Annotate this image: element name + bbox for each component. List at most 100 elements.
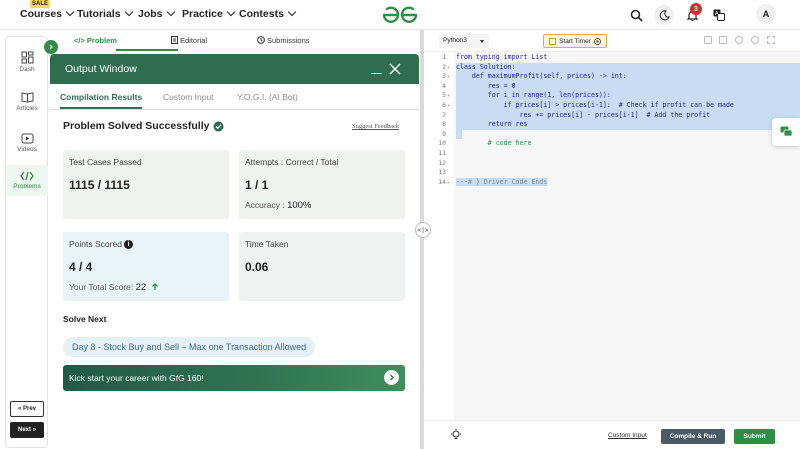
tab-submissions[interactable]: Submissions — [257, 36, 310, 45]
resize-handle-icon[interactable]: <|> — [415, 222, 431, 238]
info-icon[interactable]: i — [123, 240, 133, 249]
submit-button[interactable]: Submit — [734, 429, 775, 444]
sidebar-item-problems[interactable]: Problems — [6, 165, 48, 196]
search-icon[interactable] — [626, 5, 646, 25]
fullscreen-icon[interactable] — [767, 36, 775, 44]
svg-text:A: A — [715, 11, 719, 17]
translate-button[interactable]: A — [709, 5, 729, 25]
nav-contests[interactable]: Contests — [239, 7, 297, 20]
language-select[interactable]: Python3 — [439, 34, 489, 48]
time-value: 0.06 — [245, 260, 269, 274]
accuracy-line: Accuracy : 100% — [245, 200, 311, 211]
chevron-down-icon — [166, 7, 175, 17]
arrow-right-icon[interactable] — [384, 370, 399, 385]
nav-contests-label: Contests — [239, 8, 284, 20]
code-line — [456, 129, 462, 140]
caret-down-icon — [480, 40, 484, 43]
dark-mode-toggle[interactable] — [654, 5, 674, 25]
nav-tutorials[interactable]: Tutorials — [77, 7, 133, 20]
code-line: from typing import List — [456, 53, 548, 61]
reset-icon[interactable] — [751, 36, 759, 44]
accuracy-value: 100% — [287, 200, 312, 211]
banner-text: Kick start your career with GfG 160! — [69, 373, 204, 383]
close-icon[interactable] — [388, 62, 402, 76]
code-line-folded: ···# } Driver Code Ends — [456, 177, 548, 188]
code-editor[interactable]: from typing import List class Solution: … — [454, 52, 800, 420]
start-timer-button[interactable]: Start Timer — [543, 34, 607, 48]
tab-editorial[interactable]: Editorial — [171, 36, 207, 45]
avatar[interactable]: A — [756, 4, 776, 24]
code-line: class Solution: — [456, 62, 800, 73]
code-icon — [20, 171, 34, 181]
minimize-icon[interactable] — [371, 62, 382, 74]
nav-jobs[interactable]: Jobs — [138, 7, 175, 20]
next-problem-button[interactable]: Next » — [10, 422, 44, 438]
testcases-value: 1115 / 1115 — [69, 178, 130, 192]
sidebar-label-dash: Dash — [19, 66, 35, 73]
solve-next-heading: Solve Next — [63, 314, 107, 324]
testcases-label: Test Cases Passed — [69, 157, 142, 167]
problem-tabs: </> Problem Editorial Submissions — [50, 30, 420, 52]
status-line: Problem Solved Successfully — [63, 120, 224, 132]
status-text: Problem Solved Successfully — [63, 120, 210, 132]
tab-submissions-label: Submissions — [267, 36, 310, 45]
sidebar-label-articles: Articles — [16, 105, 38, 112]
top-navbar: SALE Courses Tutorials Jobs Practice Con… — [0, 0, 800, 30]
copy-icon[interactable] — [704, 36, 712, 44]
nav-practice[interactable]: Practice — [182, 7, 236, 20]
tab-editorial-label: Editorial — [180, 36, 208, 45]
active-tab-indicator — [60, 107, 142, 109]
suggest-feedback-link[interactable]: Suggest Feedback — [352, 123, 399, 130]
expand-panel-button[interactable] — [44, 40, 58, 54]
arrow-up-icon — [151, 283, 158, 290]
points-value: 4 / 4 — [69, 260, 93, 274]
clock-icon — [257, 36, 265, 44]
prev-problem-button[interactable]: « Prev — [10, 401, 44, 417]
play-icon — [593, 37, 601, 45]
moon-icon — [659, 9, 670, 20]
start-timer-label: Start Timer — [559, 37, 591, 45]
attempts-label: Attempts : Correct / Total — [245, 157, 339, 167]
line-number: 11 — [438, 149, 447, 157]
tab-compilation-results[interactable]: Compilation Results — [60, 92, 142, 102]
chat-float-button[interactable] — [772, 118, 800, 146]
points-card: Points Scored i 4 / 4 Your Total Score: 2… — [63, 232, 229, 301]
custom-input-link[interactable]: Custom Input — [608, 432, 647, 439]
testcases-card: Test Cases Passed 1115 / 1115 — [63, 150, 229, 219]
chevron-down-icon — [287, 7, 297, 17]
code-line: res += prices[i] - prices[i-1] # Add the… — [456, 110, 800, 121]
sidebar-item-dash[interactable]: Dash — [6, 51, 48, 73]
code-line: for i in range(1, len(prices)): — [456, 91, 800, 101]
line-number: 10 — [438, 139, 447, 148]
editor-footer: Custom Input Compile & Run Submit — [424, 420, 800, 449]
bulb-icon[interactable] — [450, 429, 462, 441]
compile-run-button[interactable]: Compile & Run — [661, 429, 725, 444]
check-circle-icon — [213, 121, 224, 131]
tab-custom-input[interactable]: Custom Input — [163, 92, 214, 102]
settings-icon[interactable] — [735, 36, 743, 44]
line-number: 7 — [442, 110, 447, 119]
left-sidebar: Dash Articles Videos Problems « Prev Nex… — [5, 36, 48, 448]
nav-courses[interactable]: Courses — [20, 7, 75, 20]
fold-marker[interactable]: ··· — [456, 177, 468, 186]
sidebar-item-videos[interactable]: Videos — [6, 133, 48, 153]
sidebar-item-articles[interactable]: Articles — [6, 91, 48, 112]
next-problem-link[interactable]: Day 8 - Stock Buy and Sell – Max one Tra… — [63, 337, 316, 357]
gfg-logo[interactable] — [381, 5, 419, 25]
time-card: Time Taken 0.06 — [239, 232, 405, 301]
tab-yogi-ai-bot[interactable]: Y.O.G.I. (AI Bot) — [237, 92, 298, 102]
chevron-down-icon — [65, 7, 75, 17]
sidebar-label-problems: Problems — [13, 183, 41, 190]
tab-problem[interactable]: </> Problem — [74, 36, 117, 45]
code-line: if prices[i] > prices[i-1]: # Check if p… — [456, 101, 800, 111]
gfg160-banner[interactable]: Kick start your career with GfG 160! — [63, 365, 405, 391]
line-number: 5▾ — [442, 91, 450, 100]
code-line: res = 0 — [456, 81, 800, 92]
line-number-gutter: 1 2▾ 3▾ 4 5▾ 6▾ 7 8 9 10 11 12 13 14▸ — [424, 52, 454, 420]
timer-icon — [549, 37, 557, 45]
line-number: 1 — [442, 53, 447, 61]
file-icon[interactable] — [719, 36, 727, 44]
total-score-value: 22 — [135, 282, 147, 293]
line-number: 9 — [442, 129, 447, 138]
total-score-label: Your Total Score: — [69, 282, 134, 292]
